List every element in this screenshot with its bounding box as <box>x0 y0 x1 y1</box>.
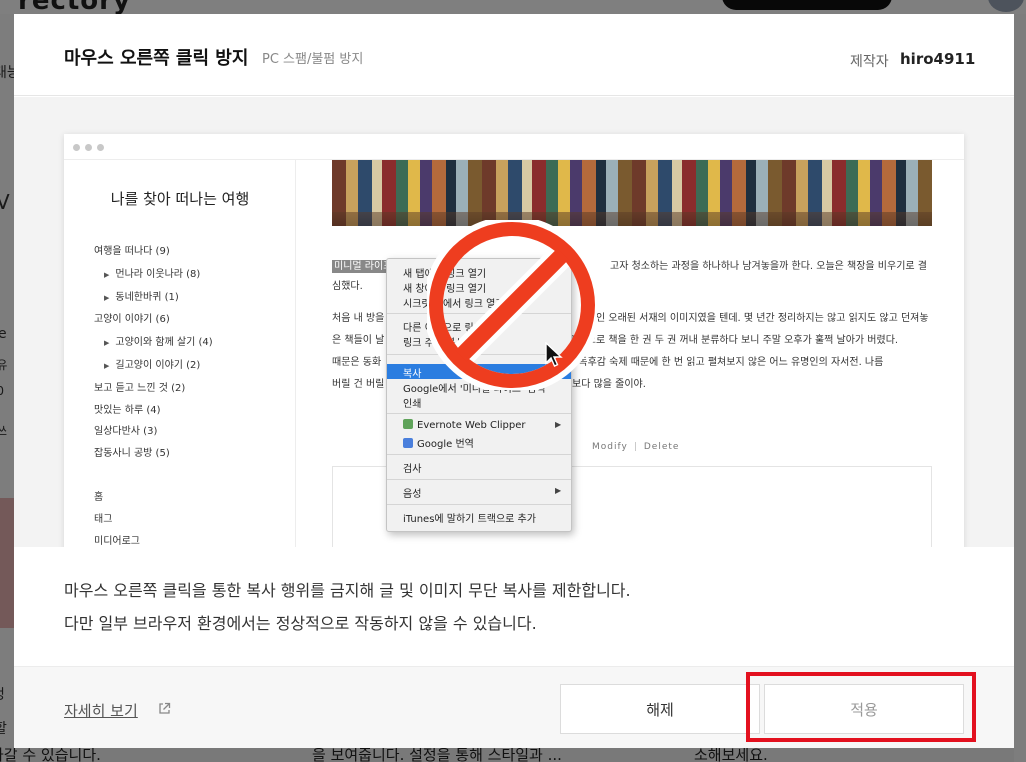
modal-title: 마우스 오른쪽 클릭 방지 <box>64 48 249 69</box>
triangle-right-icon: ▶ <box>104 362 110 370</box>
menu-divider <box>387 504 571 505</box>
external-link-icon[interactable] <box>158 702 171 715</box>
submenu-arrow-icon: ▶ <box>555 420 562 429</box>
subcategory-item: ▶ 고양이와 함께 살기 (4) <box>104 337 213 348</box>
subcategory-item: ▶ 동네한바퀴 (1) <box>104 292 179 303</box>
modal-footer: 자세히 보기 해제 적용 <box>14 666 1014 748</box>
window-dot-icon <box>85 144 92 151</box>
triangle-right-icon: ▶ <box>104 294 110 302</box>
category-item: 일상다반사 (3) <box>94 426 158 437</box>
nav-item-medialog: 미디어로그 <box>94 536 140 547</box>
details-link[interactable]: 자세히 보기 <box>64 700 138 721</box>
google-translate-icon <box>403 438 413 448</box>
context-menu-item: Evernote Web Clipper <box>403 419 526 431</box>
delete-link: Delete <box>643 442 680 452</box>
menu-divider <box>387 413 571 414</box>
subcategory-item: ▶ 먼나라 이웃나라 (8) <box>104 269 201 280</box>
blog-sidebar: 나를 찾아 떠나는 여행 여행을 떠나다 (9) ▶ 먼나라 이웃나라 (8) ▶… <box>64 160 296 547</box>
menu-divider <box>387 454 571 455</box>
category-item: 잡동사니 공방 (5) <box>94 448 170 459</box>
plugin-description: 마우스 오른쪽 클릭을 통한 복사 행위를 금지해 글 및 이미지 무단 복사를… <box>64 574 631 640</box>
evernote-icon <box>403 419 413 429</box>
post-header-image <box>332 160 932 226</box>
description-line: 다만 일부 브라우저 환경에서는 정상적으로 작동하지 않을 수 있습니다. <box>64 614 537 633</box>
subcategory-item: ▶ 길고양이 이야기 (2) <box>104 360 201 371</box>
window-dot-icon <box>73 144 80 151</box>
category-item: 고양이 이야기 (6) <box>94 314 170 325</box>
context-menu-item: 음성 <box>403 489 422 500</box>
context-menu-item: iTunes에 말하기 트랙으로 추가 <box>403 514 536 525</box>
no-sign-icon <box>427 220 597 390</box>
nav-item-home: 홈 <box>94 492 104 503</box>
context-menu-item: 검사 <box>403 464 422 475</box>
plugin-modal: 마우스 오른쪽 클릭 방지 PC 스팸/불펌 방지 제작자 hiro4911 나… <box>14 14 1014 748</box>
context-menu-item: Google 번역 <box>403 435 474 450</box>
modify-link: Modify <box>592 442 628 452</box>
preview-browser-mockup: 나를 찾아 떠나는 여행 여행을 떠나다 (9) ▶ 먼나라 이웃나라 (8) ▶… <box>64 134 964 547</box>
window-dot-icon <box>97 144 104 151</box>
triangle-right-icon: ▶ <box>104 339 110 347</box>
release-button[interactable]: 해제 <box>560 684 760 734</box>
preview-area: 나를 찾아 떠나는 여행 여행을 떠나다 (9) ▶ 먼나라 이웃나라 (8) ▶… <box>14 97 1014 547</box>
category-item: 맛있는 하루 (4) <box>94 405 161 416</box>
mouse-pointer-icon <box>545 342 563 367</box>
triangle-right-icon: ▶ <box>104 271 110 279</box>
category-item: 보고 듣고 느낀 것 (2) <box>94 383 186 394</box>
submenu-arrow-icon: ▶ <box>555 486 562 495</box>
blog-title: 나를 찾아 떠나는 여행 <box>110 190 250 208</box>
modal-header: 마우스 오른쪽 클릭 방지 PC 스팸/불펌 방지 제작자 hiro4911 <box>14 14 1014 96</box>
author-label: 제작자 <box>850 54 889 70</box>
highlight-box <box>746 672 976 742</box>
category-item: 여행을 떠나다 (9) <box>94 246 170 257</box>
context-menu-item-copy: 복사 <box>403 369 422 380</box>
author-name: hiro4911 <box>900 50 976 68</box>
browser-titlebar <box>64 134 964 160</box>
post-actions: Modify | Delete <box>592 442 680 452</box>
context-menu-item: 인쇄 <box>403 399 422 410</box>
description-line: 마우스 오른쪽 클릭을 통한 복사 행위를 금지해 글 및 이미지 무단 복사를… <box>64 581 631 600</box>
menu-divider <box>387 479 571 480</box>
nav-item-tag: 태그 <box>94 514 113 525</box>
modal-subtitle: PC 스팸/불펌 방지 <box>262 52 364 67</box>
